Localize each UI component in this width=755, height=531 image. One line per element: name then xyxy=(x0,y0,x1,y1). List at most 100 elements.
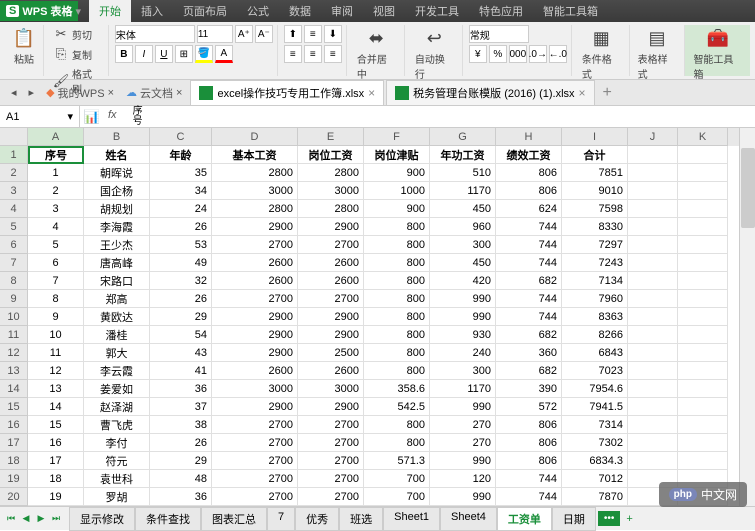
cell[interactable]: 7012 xyxy=(562,470,628,488)
column-header[interactable]: D xyxy=(212,128,298,146)
fx-icon[interactable]: fx xyxy=(102,109,123,125)
cell[interactable]: 8 xyxy=(28,290,84,308)
menu-tab[interactable]: 智能工具箱 xyxy=(533,0,608,22)
cell[interactable] xyxy=(628,146,678,164)
cell[interactable]: 800 xyxy=(364,272,430,290)
row-header[interactable]: 17 xyxy=(0,434,28,452)
cell[interactable]: 胡规划 xyxy=(84,200,150,218)
cell[interactable]: 10 xyxy=(28,326,84,344)
cell[interactable]: 806 xyxy=(496,416,562,434)
cell[interactable] xyxy=(678,344,728,362)
cell[interactable]: 2700 xyxy=(298,434,364,452)
align-right-button[interactable]: ≡ xyxy=(324,45,342,63)
row-header[interactable]: 10 xyxy=(0,308,28,326)
menu-tab[interactable]: 数据 xyxy=(279,0,321,22)
cut-button[interactable]: ✂ 剪切 xyxy=(50,25,104,43)
cell[interactable]: 宋路口 xyxy=(84,272,150,290)
sheet-first-button[interactable]: ⏮ xyxy=(4,512,18,526)
add-tab-button[interactable]: + xyxy=(595,81,620,105)
cell[interactable]: 2700 xyxy=(298,290,364,308)
decrease-decimal-button[interactable]: ←.0 xyxy=(549,45,567,63)
conditional-format-button[interactable]: ▦ 条件格式 xyxy=(578,25,625,83)
cell[interactable]: 2800 xyxy=(298,200,364,218)
cell[interactable]: 7134 xyxy=(562,272,628,290)
cell[interactable] xyxy=(628,308,678,326)
cell[interactable]: 姜爱如 xyxy=(84,380,150,398)
cell[interactable]: 542.5 xyxy=(364,398,430,416)
row-header[interactable]: 18 xyxy=(0,452,28,470)
cell[interactable]: 800 xyxy=(364,344,430,362)
cell[interactable]: 2600 xyxy=(298,362,364,380)
menu-tab[interactable]: 插入 xyxy=(131,0,173,22)
sheet-last-button[interactable]: ⏭ xyxy=(49,512,63,526)
cell[interactable]: 26 xyxy=(150,218,212,236)
cell[interactable] xyxy=(678,308,728,326)
cell[interactable]: 2800 xyxy=(298,164,364,182)
menu-tab[interactable]: 审阅 xyxy=(321,0,363,22)
cell[interactable] xyxy=(628,164,678,182)
align-left-button[interactable]: ≡ xyxy=(284,45,302,63)
cell[interactable]: 郭大 xyxy=(84,344,150,362)
cell[interactable]: 960 xyxy=(430,218,496,236)
font-color-button[interactable]: A xyxy=(215,45,233,63)
align-center-button[interactable]: ≡ xyxy=(304,45,322,63)
cell[interactable]: 7302 xyxy=(562,434,628,452)
menu-tab[interactable]: 特色应用 xyxy=(469,0,533,22)
sheet-more-button[interactable]: ••• xyxy=(598,511,621,526)
row-header[interactable]: 2 xyxy=(0,164,28,182)
formula-input[interactable]: 序号 xyxy=(127,105,755,129)
cell[interactable]: 李付 xyxy=(84,434,150,452)
cell[interactable]: 15 xyxy=(28,416,84,434)
cell[interactable]: 24 xyxy=(150,200,212,218)
cell[interactable]: 2 xyxy=(28,182,84,200)
cell[interactable]: 41 xyxy=(150,362,212,380)
nav-fwd-button[interactable]: ▸ xyxy=(23,83,41,102)
sheet-tab[interactable]: 7 xyxy=(267,507,295,531)
cell[interactable]: 2600 xyxy=(298,272,364,290)
cell[interactable]: 26 xyxy=(150,434,212,452)
cell[interactable]: 基本工资 xyxy=(212,146,298,164)
cell[interactable]: 2700 xyxy=(298,452,364,470)
cell[interactable]: 43 xyxy=(150,344,212,362)
column-header[interactable]: F xyxy=(364,128,430,146)
cell[interactable]: 34 xyxy=(150,182,212,200)
cell[interactable]: 姓名 xyxy=(84,146,150,164)
cell[interactable]: 800 xyxy=(364,434,430,452)
menu-tab[interactable]: 公式 xyxy=(237,0,279,22)
cell[interactable]: 744 xyxy=(496,254,562,272)
cell[interactable]: 李云霞 xyxy=(84,362,150,380)
cell[interactable]: 2700 xyxy=(212,452,298,470)
cell[interactable]: 年功工资 xyxy=(430,146,496,164)
cell[interactable]: 袁世科 xyxy=(84,470,150,488)
cell[interactable] xyxy=(628,200,678,218)
cell[interactable]: 53 xyxy=(150,236,212,254)
align-bottom-button[interactable]: ⬇ xyxy=(324,25,342,43)
select-all-corner[interactable] xyxy=(0,128,28,146)
sheet-tab[interactable]: 图表汇总 xyxy=(201,507,267,531)
menu-tab[interactable]: 页面布局 xyxy=(173,0,237,22)
cell[interactable]: 6843 xyxy=(562,344,628,362)
cell[interactable] xyxy=(678,362,728,380)
increase-font-button[interactable]: A⁺ xyxy=(235,25,253,43)
column-header[interactable]: B xyxy=(84,128,150,146)
column-header[interactable]: A xyxy=(28,128,84,146)
cell[interactable]: 2700 xyxy=(212,236,298,254)
cell[interactable]: 7297 xyxy=(562,236,628,254)
row-header[interactable]: 5 xyxy=(0,218,28,236)
cell[interactable]: 682 xyxy=(496,362,562,380)
column-header[interactable]: J xyxy=(628,128,678,146)
cell[interactable] xyxy=(678,254,728,272)
sheet-tab[interactable]: 工资单 xyxy=(497,507,552,531)
sheet-tab[interactable]: 班选 xyxy=(339,507,383,531)
cell[interactable]: 744 xyxy=(496,236,562,254)
cell[interactable]: 2900 xyxy=(298,398,364,416)
nav-back-button[interactable]: ◂ xyxy=(5,83,23,102)
cell[interactable]: 2600 xyxy=(212,254,298,272)
close-icon[interactable]: × xyxy=(579,86,586,100)
my-wps-tab[interactable]: ◆ 我的WPS × xyxy=(40,82,120,104)
cell[interactable]: 7870 xyxy=(562,488,628,506)
cell[interactable]: 2900 xyxy=(212,344,298,362)
add-sheet-button[interactable]: + xyxy=(620,511,638,527)
menu-tab[interactable]: 开发工具 xyxy=(405,0,469,22)
cell[interactable]: 54 xyxy=(150,326,212,344)
